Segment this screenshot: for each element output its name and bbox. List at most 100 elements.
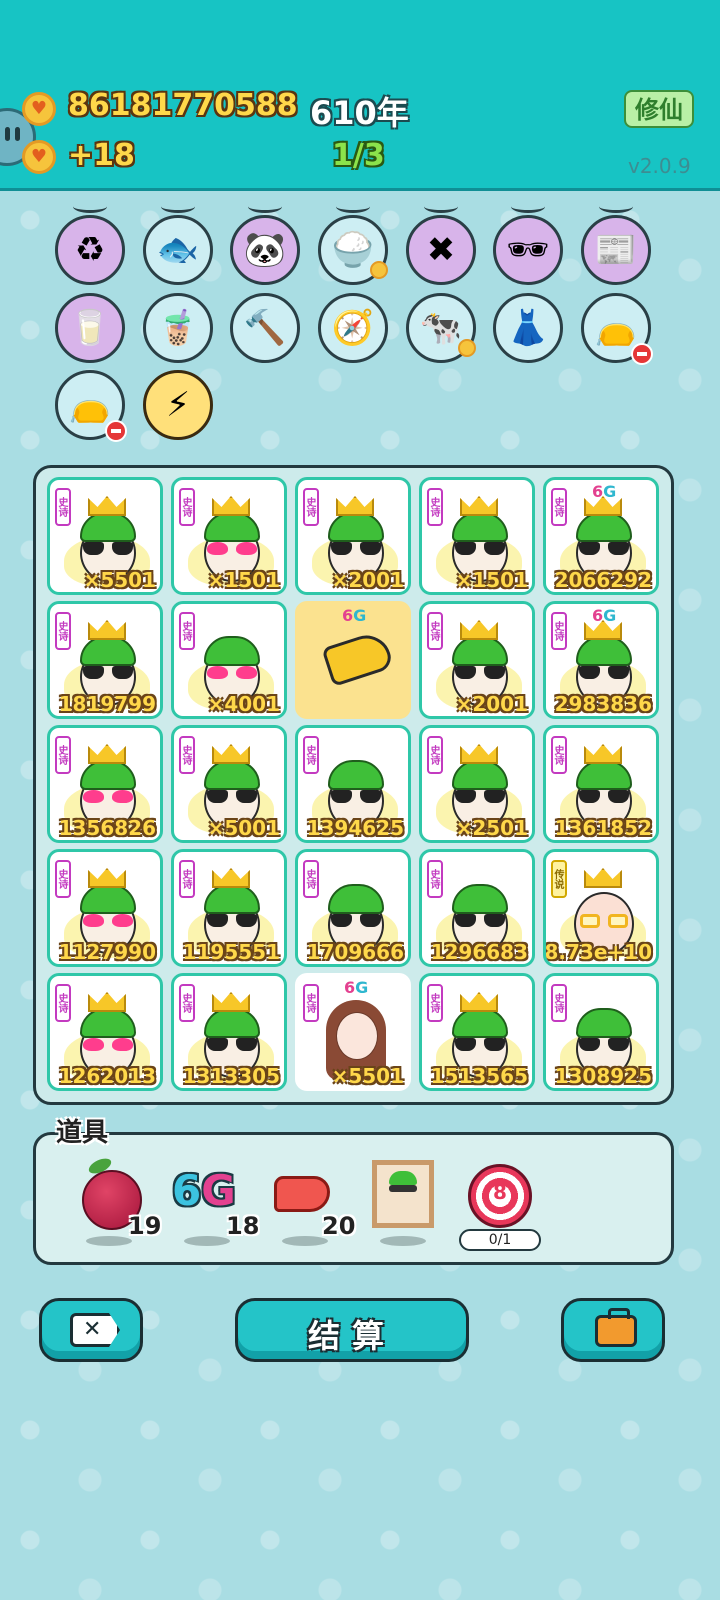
recycle-icon[interactable]: ♻ [55, 215, 125, 285]
lens [207, 1038, 228, 1051]
board-cell[interactable]: 史诗 1308925 [543, 973, 659, 1091]
board-cell[interactable]: 史诗 1262013 [47, 973, 163, 1091]
board-cell[interactable]: 6G [295, 601, 411, 719]
character-hair [328, 884, 384, 914]
board-cell[interactable]: 史诗 ×1501 [419, 477, 535, 595]
lens [608, 1038, 629, 1051]
board-cell[interactable]: 史诗 1709666 [295, 849, 411, 967]
board-cell[interactable]: 6G 史诗 2983836 [543, 601, 659, 719]
panda-icon[interactable]: 🐼 [230, 215, 300, 285]
board-cell[interactable]: 史诗 1819799 [47, 601, 163, 719]
g6-six: 6 [344, 978, 356, 997]
lens [83, 666, 104, 679]
cell-value: 1819799 [58, 692, 156, 716]
scrolled-item-edge [424, 200, 458, 213]
hammer-icon-glyph: 🔨 [243, 308, 287, 348]
character-hair [204, 512, 260, 542]
lightning-icon[interactable]: ⚡ [143, 370, 213, 440]
cell-value: 1709666 [306, 940, 404, 964]
board-cell[interactable]: 史诗 1313305 [171, 973, 287, 1091]
board-cell[interactable]: 6G 史诗 ×5501 [295, 973, 411, 1091]
math-formula-icon[interactable]: ✖ [406, 215, 476, 285]
crown-icon [460, 620, 498, 640]
crown-icon [88, 496, 126, 516]
board-cell[interactable]: 史诗 ×2001 [419, 601, 535, 719]
hammer-icon[interactable]: 🔨 [230, 293, 300, 363]
heart-glasses-icon [83, 914, 133, 927]
cell-value: ×5501 [83, 568, 156, 592]
cell-value: 1262013 [58, 1064, 156, 1088]
crown-icon [88, 992, 126, 1012]
bag-button[interactable] [561, 1298, 665, 1362]
lens [579, 542, 600, 555]
board-cell[interactable]: 史诗 ×4001 [171, 601, 287, 719]
character-hair [204, 884, 260, 914]
board-cell[interactable]: 传说 8.73e+10 [543, 849, 659, 967]
lens [455, 790, 476, 803]
rice-bowl-icon-glyph: 🍚 [331, 230, 375, 270]
sunglasses-icon [331, 790, 381, 803]
liver-icon[interactable] [274, 1176, 330, 1212]
exit-button[interactable]: ✕ [39, 1298, 143, 1362]
crown-icon [88, 744, 126, 764]
cell-value: 1361852 [554, 816, 652, 840]
sunglasses-icon [331, 914, 381, 927]
board-cell[interactable]: 6G 史诗 2066292 [543, 477, 659, 595]
time-magazine-icon[interactable]: 📰 [581, 215, 651, 285]
target-number: 8 [493, 1180, 507, 1204]
compass-icon[interactable]: 🧭 [318, 293, 388, 363]
board-cell[interactable]: 史诗 1361852 [543, 725, 659, 843]
scrolled-item-edge [73, 200, 107, 213]
milk-jar-icon[interactable]: 🥛 [55, 293, 125, 363]
board-cell[interactable]: 史诗 1394625 [295, 725, 411, 843]
heart-glasses-icon [207, 542, 257, 555]
epic-tag: 史诗 [55, 736, 71, 774]
board-cell[interactable]: 史诗 ×1501 [171, 477, 287, 595]
epic-tag: 史诗 [427, 488, 443, 526]
epic-tag: 史诗 [427, 612, 443, 650]
board-cell[interactable]: 史诗 1127990 [47, 849, 163, 967]
g6-tag: 6G [342, 606, 366, 625]
lens [360, 790, 381, 803]
math-formula-icon-glyph: ✖ [426, 230, 456, 270]
character-hair [576, 512, 632, 542]
settle-button[interactable]: 结算 [235, 1298, 469, 1362]
lens [608, 666, 629, 679]
character-hair [204, 1008, 260, 1038]
remove-badge-icon[interactable] [631, 343, 653, 365]
skirt-icon[interactable]: 👗 [493, 293, 563, 363]
epic-tag: 史诗 [551, 488, 567, 526]
board-cell[interactable]: 史诗 1195551 [171, 849, 287, 967]
fishbowl-icon[interactable]: 🐟 [143, 215, 213, 285]
sunglasses-icon [207, 914, 257, 927]
lens [83, 1038, 104, 1051]
board-cell[interactable]: 史诗 ×2001 [295, 477, 411, 595]
character-hair [80, 760, 136, 790]
epic-tag: 史诗 [303, 860, 319, 898]
portrait-frame-icon[interactable] [372, 1160, 434, 1228]
board-cell[interactable]: 史诗 1356826 [47, 725, 163, 843]
board-cell[interactable]: 史诗 ×5001 [171, 725, 287, 843]
character-hair [576, 636, 632, 666]
character-hair [204, 636, 260, 666]
board-cell[interactable]: 史诗 1513565 [419, 973, 535, 1091]
lens [608, 542, 629, 555]
remove-badge-icon[interactable] [105, 420, 127, 442]
lens [580, 914, 600, 928]
g6-prop-icon[interactable]: 6G [172, 1166, 236, 1215]
board-cell[interactable]: 史诗 ×2501 [419, 725, 535, 843]
epic-tag: 史诗 [551, 984, 567, 1022]
epic-tag: 史诗 [427, 984, 443, 1022]
sunglasses-icon[interactable]: 🕶 [493, 215, 563, 285]
crown-icon [460, 992, 498, 1012]
cultivate-button[interactable]: 修仙 [624, 90, 694, 128]
bubble-tea-icon[interactable]: 🧋 [143, 293, 213, 363]
sunglasses-icon [579, 666, 629, 679]
cell-value: ×2501 [455, 816, 528, 840]
board-cell[interactable]: 史诗 1296683 [419, 849, 535, 967]
g6-g: G [201, 1166, 236, 1215]
liver-count: 20 [322, 1212, 356, 1240]
board-cell[interactable]: 史诗 ×5501 [47, 477, 163, 595]
lens [83, 542, 104, 555]
sack-icon-glyph: 👝 [594, 308, 638, 348]
